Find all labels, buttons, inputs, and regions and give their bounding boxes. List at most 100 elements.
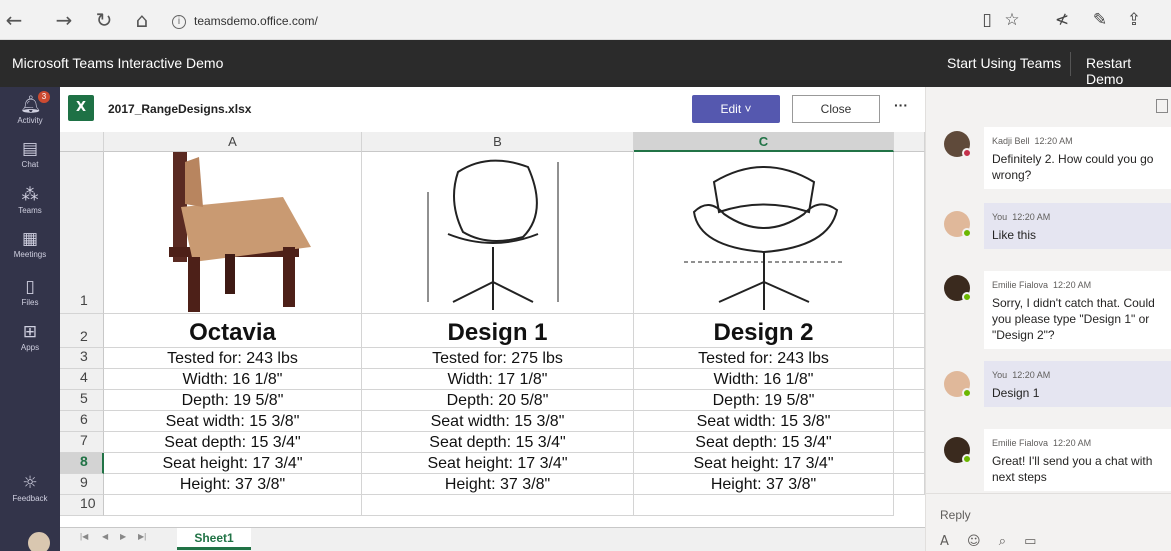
prev-sheet-icon[interactable]: ◀	[102, 532, 108, 541]
column-header-c[interactable]: C	[634, 132, 894, 152]
empty-cell[interactable]	[362, 495, 634, 516]
spec-cell[interactable]: Tested for: 275 lbs	[362, 348, 634, 369]
expand-icon[interactable]	[1156, 99, 1168, 113]
row-header[interactable]: 5	[60, 390, 104, 411]
row-header[interactable]: 7	[60, 432, 104, 453]
cell-name-design-2[interactable]: Design 2	[634, 314, 894, 348]
empty-cell[interactable]	[894, 314, 925, 348]
row-header[interactable]: 3	[60, 348, 104, 369]
empty-cell[interactable]	[894, 152, 925, 314]
info-icon[interactable]: i	[172, 14, 186, 29]
home-icon[interactable]: ⌂	[130, 8, 154, 32]
empty-cell[interactable]	[894, 348, 925, 369]
rail-item-activity[interactable]: 🔔︎ 3 Activity	[0, 91, 60, 125]
spec-cell[interactable]: Height: 37 3/8"	[104, 474, 362, 495]
favorites-list-icon[interactable]: ≮	[1050, 8, 1074, 32]
empty-cell[interactable]	[634, 495, 894, 516]
more-options-button[interactable]: ···	[894, 97, 908, 113]
avatar[interactable]	[944, 437, 972, 464]
empty-cell[interactable]	[894, 432, 925, 453]
meet-now-icon[interactable]: ▭	[1024, 534, 1036, 549]
spec-cell[interactable]: Seat height: 17 3/4"	[634, 453, 894, 474]
attach-icon[interactable]: ⌕	[999, 534, 1006, 549]
excel-logo-icon: X	[68, 95, 94, 121]
sheet-tab-sheet1[interactable]: Sheet1	[177, 528, 251, 550]
column-header-d[interactable]	[894, 132, 925, 152]
empty-cell[interactable]	[104, 495, 362, 516]
share-icon[interactable]: ⇪	[1122, 8, 1146, 32]
row-header[interactable]: 8	[60, 453, 104, 474]
spec-cell[interactable]: Seat width: 15 3/8"	[362, 411, 634, 432]
spec-cell[interactable]: Depth: 20 5/8"	[362, 390, 634, 411]
empty-cell[interactable]	[894, 453, 925, 474]
empty-cell[interactable]	[894, 411, 925, 432]
refresh-icon[interactable]: ↻	[92, 8, 116, 32]
spec-cell[interactable]: Seat width: 15 3/8"	[634, 411, 894, 432]
row-header[interactable]: 9	[60, 474, 104, 495]
rail-item-meetings[interactable]: ▦ Meetings	[0, 229, 60, 259]
next-sheet-icon[interactable]: ▶	[120, 532, 126, 541]
spec-cell[interactable]: Seat depth: 15 3/4"	[634, 432, 894, 453]
avatar[interactable]	[944, 131, 972, 158]
row-header[interactable]: 6	[60, 411, 104, 432]
close-button[interactable]: Close	[792, 95, 880, 123]
spec-cell[interactable]: Depth: 19 5/8"	[104, 390, 362, 411]
column-header-a[interactable]: A	[104, 132, 362, 152]
row-header[interactable]: 4	[60, 369, 104, 390]
spec-cell[interactable]: Height: 37 3/8"	[634, 474, 894, 495]
spec-cell[interactable]: Tested for: 243 lbs	[634, 348, 894, 369]
spec-cell[interactable]: Width: 16 1/8"	[634, 369, 894, 390]
favorite-star-icon[interactable]: ☆	[1000, 8, 1024, 32]
spreadsheet-grid[interactable]: A B C 1 2 3 4 5 6 7 8 9 10 Octavia Desig…	[60, 132, 925, 527]
reading-view-icon[interactable]: ▯	[975, 8, 999, 32]
row-header[interactable]: 10	[60, 495, 104, 516]
first-sheet-icon[interactable]: |◀	[80, 532, 88, 541]
spec-cell[interactable]: Depth: 19 5/8"	[634, 390, 894, 411]
rail-item-teams[interactable]: ⁂ Teams	[0, 185, 60, 215]
row-header[interactable]: 1	[60, 152, 104, 314]
empty-cell[interactable]	[894, 369, 925, 390]
spec-cell[interactable]: Width: 17 1/8"	[362, 369, 634, 390]
cell-name-design-1[interactable]: Design 1	[362, 314, 634, 348]
address-bar[interactable]: i teamsdemo.office.com/	[172, 10, 318, 32]
chat-icon: ▤	[21, 139, 39, 159]
status-icon	[962, 388, 972, 398]
back-icon[interactable]: ←	[2, 8, 26, 32]
chair-sketch-design-2[interactable]	[634, 152, 894, 314]
format-icon[interactable]: A	[940, 534, 949, 549]
row-header[interactable]: 2	[60, 314, 104, 348]
grid-corner[interactable]	[60, 132, 104, 152]
spec-cell[interactable]: Height: 37 3/8"	[362, 474, 634, 495]
column-header-b[interactable]: B	[362, 132, 634, 152]
emoji-icon[interactable]: ☺	[967, 534, 981, 549]
reply-box[interactable]: Reply A ☺ ⌕ ▭	[926, 493, 1171, 551]
pen-icon[interactable]: ✎	[1088, 8, 1112, 32]
spec-cell[interactable]: Seat depth: 15 3/4"	[104, 432, 362, 453]
chair-image-octavia[interactable]	[104, 152, 362, 314]
forward-icon[interactable]: →	[52, 8, 76, 32]
file-name: 2017_RangeDesigns.xlsx	[108, 102, 252, 116]
spec-cell[interactable]: Seat depth: 15 3/4"	[362, 432, 634, 453]
edit-button[interactable]: Edit ˅	[692, 95, 780, 123]
spec-cell[interactable]: Width: 16 1/8"	[104, 369, 362, 390]
avatar[interactable]	[944, 371, 972, 398]
rail-item-chat[interactable]: ▤ Chat	[0, 139, 60, 169]
avatar[interactable]	[26, 530, 52, 551]
avatar[interactable]	[944, 275, 972, 302]
spec-cell[interactable]: Tested for: 243 lbs	[104, 348, 362, 369]
rail-item-files[interactable]: ▯ Files	[0, 277, 60, 307]
empty-cell[interactable]	[894, 390, 925, 411]
rail-item-feedback[interactable]: ☼ Feedback	[0, 473, 60, 503]
avatar[interactable]	[944, 211, 972, 238]
restart-demo-link[interactable]: Restart Demo	[1086, 55, 1171, 87]
cell-name-octavia[interactable]: Octavia	[104, 314, 362, 348]
spec-cell[interactable]: Seat width: 15 3/8"	[104, 411, 362, 432]
empty-cell[interactable]	[894, 474, 925, 495]
spec-cell[interactable]: Seat height: 17 3/4"	[104, 453, 362, 474]
last-sheet-icon[interactable]: ▶|	[138, 532, 146, 541]
chair-sketch-design-1[interactable]	[362, 152, 634, 314]
reply-input[interactable]: Reply	[940, 508, 971, 522]
rail-item-apps[interactable]: ⊞ Apps	[0, 322, 60, 352]
spec-cell[interactable]: Seat height: 17 3/4"	[362, 453, 634, 474]
start-using-teams-link[interactable]: Start Using Teams	[947, 55, 1061, 71]
